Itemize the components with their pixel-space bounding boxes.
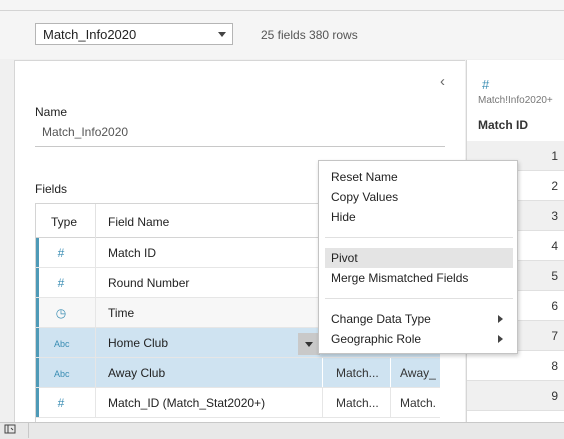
name-label: Name xyxy=(35,105,68,119)
cell-divider xyxy=(95,388,96,417)
grid-cell: 4 xyxy=(551,239,558,253)
grid-cell: 3 xyxy=(551,209,558,223)
grid-cell: 7 xyxy=(551,329,558,343)
menu-item-change-data-type[interactable]: Change Data Type xyxy=(325,309,513,329)
menu-item-label: Merge Mismatched Fields xyxy=(331,271,469,285)
status-bar xyxy=(0,422,564,439)
field-name[interactable]: Round Number xyxy=(108,276,189,290)
grid-cell: 9 xyxy=(551,389,558,403)
fields-label: Fields xyxy=(35,182,68,196)
row-accent xyxy=(36,238,39,267)
datetime-icon[interactable]: ◷ xyxy=(54,306,68,320)
cell-divider xyxy=(95,328,96,357)
left-gutter xyxy=(0,60,14,422)
datasource-select-value: Match_Info2020 xyxy=(43,26,137,42)
menu-item-pivot[interactable]: Pivot xyxy=(325,248,513,268)
row-accent xyxy=(36,328,39,357)
field-name[interactable]: Home Club xyxy=(108,336,168,350)
field-dropdown-button[interactable] xyxy=(298,333,320,355)
column-header-type[interactable]: Type xyxy=(51,215,77,229)
field-name[interactable]: Away Club xyxy=(108,366,165,380)
grid-cell: 5 xyxy=(551,269,558,283)
submenu-arrow-icon xyxy=(498,315,503,323)
table-row[interactable]: # Match_ID (Match_Stat2020+) Match... Ma… xyxy=(36,388,440,418)
number-icon[interactable]: # xyxy=(54,276,68,290)
menu-item-label: Change Data Type xyxy=(331,312,431,326)
column-header-match-id[interactable]: Match ID xyxy=(478,118,528,132)
menu-item-hide[interactable]: Hide xyxy=(325,207,513,227)
grid-cell: 6 xyxy=(551,299,558,313)
data-source-tab-icon[interactable] xyxy=(4,423,16,438)
chevron-down-icon xyxy=(218,32,226,37)
row-accent xyxy=(36,358,39,387)
menu-item-label: Reset Name xyxy=(331,170,398,184)
menu-separator xyxy=(325,237,513,238)
column-header-field-name[interactable]: Field Name xyxy=(108,215,169,229)
cell-divider xyxy=(95,298,96,327)
field-name[interactable]: Match_ID (Match_Stat2020+) xyxy=(108,396,265,410)
name-input[interactable]: Match_Info2020 xyxy=(35,125,445,147)
context-menu: Reset Name Copy Values Hide Pivot Merge … xyxy=(318,160,518,354)
menu-separator xyxy=(325,298,513,299)
grid-row[interactable]: 9 xyxy=(467,381,564,411)
submenu-arrow-icon xyxy=(498,335,503,343)
table-row-selected[interactable]: Abc Away Club Match... Away_ xyxy=(36,358,440,388)
top-bar xyxy=(0,0,564,11)
grid-cell: 8 xyxy=(551,359,558,373)
source-cell: Match... xyxy=(336,366,379,380)
string-icon[interactable]: Abc xyxy=(54,339,70,349)
cell-divider xyxy=(95,358,96,387)
menu-item-label: Geographic Role xyxy=(331,332,422,346)
number-icon[interactable]: # xyxy=(54,246,68,260)
row-accent xyxy=(36,268,39,297)
cell-divider xyxy=(322,388,323,417)
menu-item-label: Pivot xyxy=(331,251,358,265)
menu-item-label: Copy Values xyxy=(331,190,399,204)
number-icon[interactable]: # xyxy=(54,396,68,410)
grid-row[interactable]: 8 xyxy=(467,351,564,381)
field-name[interactable]: Match ID xyxy=(108,246,156,260)
menu-item-label: Hide xyxy=(331,210,356,224)
row-accent xyxy=(36,388,39,417)
field-name[interactable]: Time xyxy=(108,306,134,320)
menu-item-merge-mismatched-fields[interactable]: Merge Mismatched Fields xyxy=(325,268,513,288)
menu-item-geographic-role[interactable]: Geographic Role xyxy=(325,329,513,349)
menu-item-reset-name[interactable]: Reset Name xyxy=(325,167,513,187)
cell-divider xyxy=(390,358,391,387)
tab-divider xyxy=(28,422,29,438)
source-cell: Match... xyxy=(336,396,379,410)
chevron-down-icon xyxy=(305,342,313,347)
cell-divider xyxy=(95,238,96,267)
cell-divider xyxy=(95,268,96,297)
cell-divider xyxy=(322,358,323,387)
row-accent xyxy=(36,298,39,327)
remote-name-cell: Away_ xyxy=(400,366,436,380)
grid-cell: 2 xyxy=(551,179,558,193)
cell-divider xyxy=(390,388,391,417)
datasource-stats: 25 fields 380 rows xyxy=(261,28,358,42)
column-source: Match!Info2020+ xyxy=(478,95,553,106)
grid-cell: 1 xyxy=(551,149,558,163)
remote-name-cell: Match. xyxy=(400,396,437,410)
collapse-panel-icon[interactable]: ‹ xyxy=(440,73,445,90)
column-divider[interactable] xyxy=(95,204,96,239)
string-icon[interactable]: Abc xyxy=(54,369,70,379)
menu-item-copy-values[interactable]: Copy Values xyxy=(325,187,513,207)
number-icon[interactable]: # xyxy=(482,77,489,92)
datasource-select[interactable]: Match_Info2020 xyxy=(35,23,233,45)
